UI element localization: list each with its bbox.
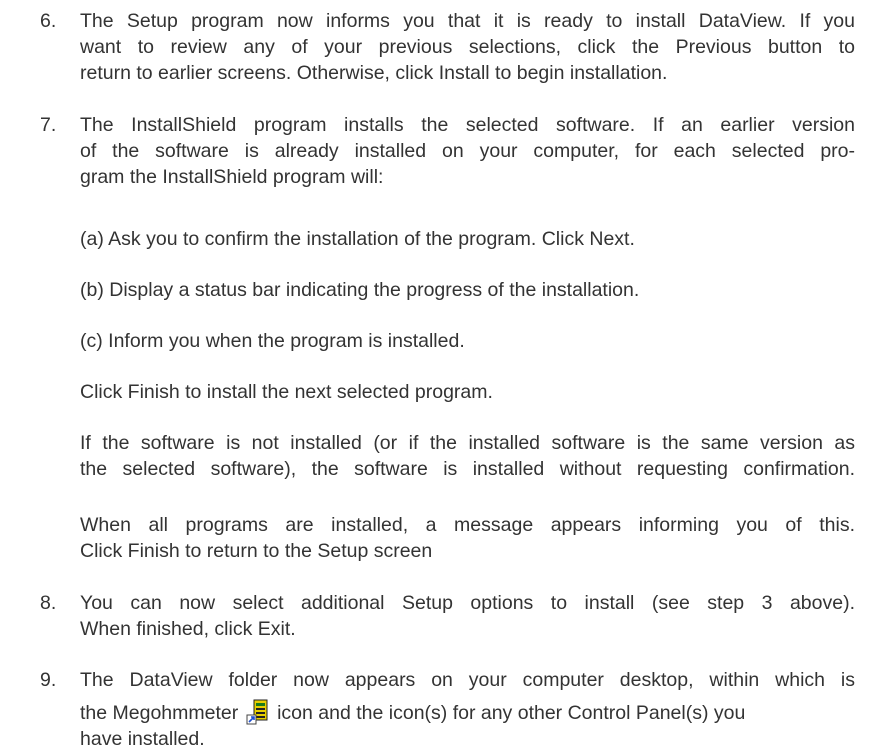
step-number: 8. <box>40 592 57 614</box>
paragraph-line: You can now select additional Setup opti… <box>80 592 855 614</box>
paragraph-line: The Setup program now informs you that i… <box>80 10 855 32</box>
finish-note: Click Finish to install the next selecte… <box>80 381 493 403</box>
paragraph-line: Click Finish to return to the Setup scre… <box>80 540 433 562</box>
paragraph-line: of the software is already installed on … <box>80 140 855 162</box>
paragraph-line: The DataView folder now appears on your … <box>80 669 855 691</box>
megohmmeter-icon <box>246 699 270 725</box>
all-installed-note: When all programs are installed, a messa… <box>80 512 855 564</box>
sub-item-b: (b) Display a status bar indicating the … <box>80 279 640 301</box>
paragraph-line: want to review any of your previous sele… <box>80 36 855 58</box>
document-page: { "steps": [ { "number": "6.", "lines": … <box>0 0 876 750</box>
paragraph-line-with-icon: the Megohmmeter icon and the icon(s) for… <box>80 699 855 726</box>
paragraph-line: the selected software), the software is … <box>80 458 855 480</box>
paragraph-line: When finished, click Exit. <box>80 618 296 640</box>
step-number: 7. <box>40 114 57 136</box>
paragraph-line: have installed. <box>80 728 205 750</box>
sub-item-c: (c) Inform you when the program is insta… <box>80 330 465 352</box>
paragraph-line: return to earlier screens. Otherwise, cl… <box>80 62 668 84</box>
step-number: 6. <box>40 10 57 32</box>
not-installed-note: If the software is not installed (or if … <box>80 430 855 482</box>
step-number: 9. <box>40 669 57 691</box>
paragraph-line: gram the InstallShield program will: <box>80 166 384 188</box>
icon-line-text-before: the Megohmmeter <box>80 702 239 724</box>
icon-line-text-after: icon and the icon(s) for any other Contr… <box>277 702 746 724</box>
sub-item-a: (a) Ask you to confirm the installation … <box>80 228 635 250</box>
paragraph-line: When all programs are installed, a messa… <box>80 514 855 536</box>
paragraph-line: If the software is not installed (or if … <box>80 432 855 454</box>
paragraph-line: The InstallShield program installs the s… <box>80 114 855 136</box>
